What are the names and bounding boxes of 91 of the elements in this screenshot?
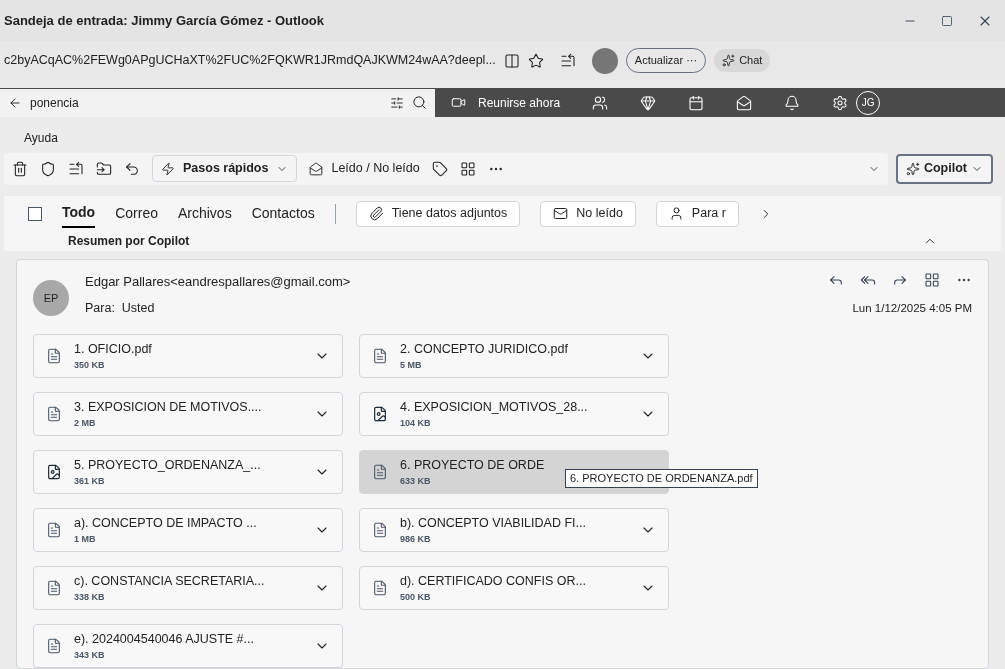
sparkle-icon [905,161,920,176]
filter-tab[interactable]: Correo [115,199,158,228]
attachment-name: 2. CONCEPTO JURIDICO.pdf [400,340,568,358]
split-screen-icon[interactable] [503,52,520,69]
help-menu[interactable]: Ayuda [0,128,1005,149]
sender-name[interactable]: Edgar Pallares<eandrespallares@gmail.com> [85,271,828,292]
sparkle-icon [722,54,736,68]
attachment-name: 1. OFICIO.pdf [74,340,152,358]
restore-icon[interactable] [941,14,953,27]
attachment-size: 343 KB [74,648,105,662]
attachment-card[interactable]: 1. OFICIO.pdf 350 KB [33,334,343,378]
recipient-text: Para: Usted [85,300,156,318]
attachment-name: c). CONSTANCIA SECRETARIA... [74,572,265,590]
document-icon [46,638,62,654]
tooltip: 6. PROYECTO DE ORDENANZA.pdf [565,469,758,488]
attachment-size: 633 KB [400,474,431,488]
attachment-name: a). CONCEPTO DE IMPACTO ... [74,514,257,532]
paperclip-icon [368,206,384,222]
filter-tab[interactable]: Todo [62,199,96,228]
document-icon [372,580,388,596]
message-date: Lun 1/12/2025 4:05 PM [852,300,972,316]
open-envelope-icon [309,161,324,176]
document-icon [372,464,388,480]
meet-now-button[interactable]: Reunirse ahora [451,93,561,112]
tag-icon[interactable] [431,160,448,177]
calendar-icon[interactable] [688,94,705,111]
person-icon [668,206,684,222]
attachment-name: d). CERTIFICADO CONFIS OR... [400,572,586,590]
attachment-card[interactable]: 5. PROYECTO_ORDENANZA_... 361 KB [33,450,343,494]
document-icon [372,522,388,538]
filter-chip[interactable]: Tiene datos adjuntos [355,200,521,227]
url-text[interactable]: c2byACqAC%2FEWg0APgUCHaXT%2FUC%2FQKWR1JRmdQAJKWM24wAA?deepl... [4,51,496,70]
delete-icon[interactable] [12,160,28,177]
search-field[interactable]: ponencia [0,88,435,117]
filter-chip[interactable]: No leído [540,200,636,227]
chat-button[interactable]: Chat [714,49,771,72]
search-icon[interactable] [412,95,427,111]
filter-icon[interactable] [390,95,404,110]
select-all-checkbox[interactable] [28,206,42,221]
document-icon [46,406,62,422]
search-value: ponencia [30,94,80,112]
folder-icon[interactable] [96,160,112,177]
attachment-name: 5. PROYECTO_ORDENANZA_... [74,456,261,474]
document-icon [46,522,62,538]
bell-icon[interactable] [784,94,801,111]
window-title: Sandeja de entrada: Jimmy García Gómez - Outlook [4,11,325,30]
attachment-name: 6. PROYECTO DE ORDE [400,456,545,474]
read-unread-button[interactable]: Leído / No leído [309,159,420,178]
attachment-size: 350 KB [74,358,105,372]
profile-avatar[interactable] [591,47,618,74]
diamond-icon[interactable] [640,94,657,111]
attachment-card[interactable]: 2. CONCEPTO JURIDICO.pdf 5 MB [359,334,669,378]
attachment-size: 500 KB [400,590,431,604]
attachment-name: 3. EXPOSICION DE MOTIVOS.... [74,398,262,416]
apps-icon[interactable] [459,160,476,177]
filter-chip[interactable]: Para r [655,200,739,227]
attachment-card[interactable]: d). CERTIFICADO CONFIS OR... 500 KB [359,566,669,610]
document-icon [372,406,388,422]
attachment-card[interactable]: b). CONCEPTO VIABILIDAD FI... 986 KB [359,508,669,552]
document-icon [46,464,62,480]
sender-avatar: EP [33,279,69,316]
attachment-size: 361 KB [74,474,105,488]
attachment-size: 2 MB [74,416,96,430]
attachment-size: 338 KB [74,590,105,604]
attachment-size: 104 KB [400,416,431,430]
attachment-size: 986 KB [400,532,431,546]
copilot-button[interactable]: Copilot [895,153,993,184]
attachment-name: 4. EXPOSICION_MOTIVOS_28... [400,398,588,416]
star-icon[interactable] [527,52,544,69]
copilot-summary[interactable]: Resumen por Copilot [68,234,190,249]
attachment-card[interactable]: a). CONCEPTO DE IMPACTO ... 1 MB [33,508,343,552]
apps-icon[interactable] [924,271,940,288]
quick-steps-button[interactable]: Pasos rápidos [152,155,298,182]
attachment-size: 5 MB [400,358,422,372]
attachment-size: 1 MB [74,532,96,546]
filter-tab[interactable]: Contactos [251,199,315,228]
attachment-card[interactable]: e). 2024004540046 AJUSTE #... 343 KB [33,624,343,668]
attachment-card[interactable]: c). CONSTANCIA SECRETARIA... 338 KB [33,566,343,610]
lightning-icon [161,161,175,176]
attachment-name: e). 2024004540046 AJUSTE #... [74,630,254,648]
attachment-name: b). CONCEPTO VIABILIDAD FI... [400,514,586,532]
attachment-card[interactable]: 3. EXPOSICION DE MOTIVOS.... 2 MB [33,392,343,436]
settings-icon[interactable] [832,94,849,111]
envelope-icon [553,206,569,222]
document-icon [372,348,388,364]
undo-icon[interactable] [124,160,140,177]
filter-tab[interactable]: Archivos [177,199,232,228]
attachment-card[interactable]: 4. EXPOSICION_MOTIVOS_28... 104 KB [359,392,669,436]
document-icon [46,580,62,596]
document-icon [46,348,62,364]
shield-icon[interactable] [40,160,56,177]
